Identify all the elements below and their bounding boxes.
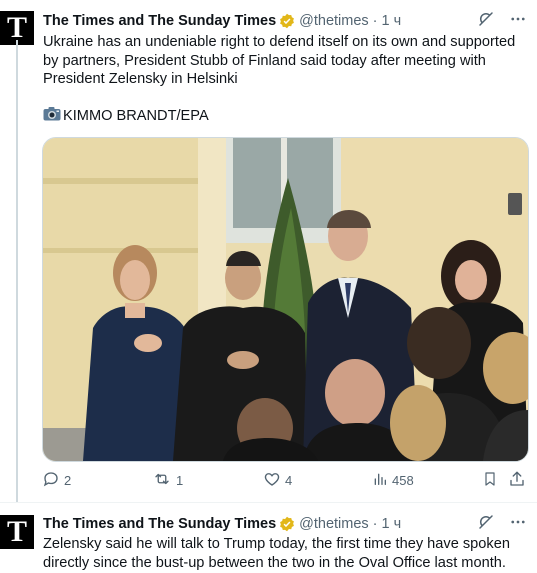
repost-count: 1 — [176, 473, 184, 488]
views-icon — [372, 470, 388, 491]
tweet-actions: 2 1 4 458 — [42, 470, 527, 494]
photo-credit-text: KIMMO BRANDT/EPA — [63, 108, 209, 124]
views-count: 458 — [392, 473, 414, 488]
timestamp[interactable]: 1 ч — [382, 516, 402, 532]
photo-credit: KIMMO BRANDT/EPA — [43, 107, 209, 125]
like-button[interactable]: 4 — [263, 470, 292, 491]
reply-icon — [42, 470, 60, 491]
author-handle[interactable]: @thetimes — [299, 13, 369, 29]
grok-icon[interactable] — [477, 513, 495, 536]
bookmark-button[interactable] — [482, 470, 498, 491]
avatar[interactable]: T — [0, 515, 34, 549]
author-handle[interactable]: @thetimes — [299, 516, 369, 532]
reply-count: 2 — [64, 473, 72, 488]
more-icon[interactable] — [509, 513, 527, 536]
author-name[interactable]: The Times and The Sunday Times — [43, 516, 276, 532]
views-button[interactable]: 458 — [372, 470, 414, 491]
separator: · — [372, 13, 378, 29]
tweet[interactable]: T The Times and The Sunday Times @thetim… — [0, 502, 537, 573]
camera-icon — [43, 107, 61, 125]
tweet-header: The Times and The Sunday Times @thetimes… — [43, 11, 401, 31]
tweet-header: The Times and The Sunday Times @thetimes… — [43, 514, 401, 534]
author-name[interactable]: The Times and The Sunday Times — [43, 13, 276, 29]
like-icon — [263, 470, 281, 491]
tweet-top-actions — [477, 10, 527, 33]
share-icon — [508, 470, 526, 491]
reply-button[interactable]: 2 — [42, 470, 71, 491]
tweet-text: Zelensky said he will talk to Trump toda… — [43, 536, 510, 571]
tweet-photo[interactable] — [42, 137, 529, 462]
more-icon[interactable] — [509, 10, 527, 33]
tweet[interactable]: T The Times and The Sunday Times @thetim… — [0, 0, 537, 502]
verified-badge-icon[interactable] — [279, 13, 295, 29]
timestamp[interactable]: 1 ч — [382, 13, 402, 29]
verified-badge-icon[interactable] — [279, 516, 295, 532]
thread-line — [16, 40, 18, 502]
like-count: 4 — [285, 473, 293, 488]
tweet-text: Ukraine has an undeniable right to defen… — [43, 34, 516, 87]
share-button[interactable] — [508, 470, 526, 491]
repost-icon — [152, 470, 172, 491]
grok-icon[interactable] — [477, 10, 495, 33]
tweet-top-actions — [477, 513, 527, 536]
separator: · — [372, 516, 378, 532]
repost-button[interactable]: 1 — [152, 470, 183, 491]
bookmark-icon — [482, 470, 498, 491]
